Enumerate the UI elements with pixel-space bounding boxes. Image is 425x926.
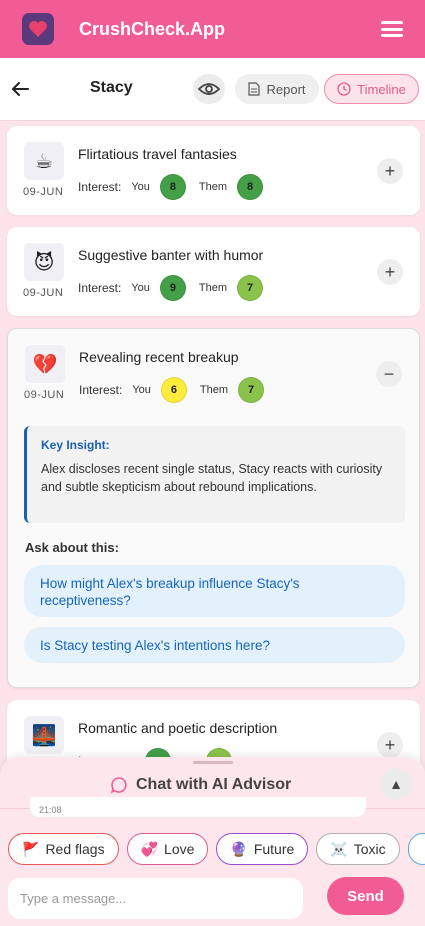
chat-title-text: Chat with AI Advisor	[136, 776, 292, 793]
timeline-label: Timeline	[357, 81, 406, 97]
clock-icon	[337, 82, 351, 96]
timeline-button[interactable]: Timeline	[324, 74, 419, 104]
bridge-at-night-icon: 🌉	[24, 716, 64, 754]
eye-button[interactable]	[193, 74, 225, 104]
chat-bubble-icon	[110, 777, 127, 794]
send-button[interactable]: Send	[327, 877, 404, 915]
chip-love[interactable]: 💞 Love	[126, 833, 209, 865]
expand-button[interactable]: +	[377, 259, 403, 285]
interest-label: Interest:	[78, 180, 122, 194]
two-hearts-icon: 💞	[140, 840, 159, 857]
chip-future[interactable]: 🔮 Future	[216, 833, 309, 865]
message-timestamp: 21:08	[30, 797, 366, 817]
chat-panel: Chat with AI Advisor ▲ 21:08 🚩 Red flags…	[0, 757, 425, 926]
them-label: Them	[199, 384, 229, 396]
you-label: You	[131, 181, 150, 193]
interest-row: Interest: You 9 Them 7	[78, 275, 276, 301]
suggested-question[interactable]: Is Stacy testing Alex's intentions here?	[24, 627, 405, 663]
them-score-badge: 8	[237, 174, 264, 200]
skull-crossbones-icon: ☠️	[330, 840, 348, 857]
you-score-badge: 9	[159, 275, 186, 301]
crystal-ball-icon: 🔮	[230, 840, 248, 857]
chip-label: Red flags	[45, 841, 105, 857]
back-arrow-icon[interactable]	[9, 78, 31, 100]
app-title: CrushCheck.App	[79, 18, 226, 39]
report-label: Report	[266, 81, 306, 97]
topic-card-expanded[interactable]: 💔 09-JUN Revealing recent breakup Intere…	[7, 328, 420, 688]
them-score-badge: 7	[238, 377, 265, 403]
topic-title: Flirtatious travel fantasies	[78, 146, 237, 162]
contact-nav-bar: Stacy Report Timeline	[0, 58, 425, 121]
collapse-button[interactable]: −	[376, 361, 402, 387]
topic-title: Revealing recent breakup	[79, 349, 239, 365]
smiling-devil-icon: 😈	[24, 243, 64, 281]
chip-toxic[interactable]: ☠️ Toxic	[316, 833, 400, 865]
eye-icon	[198, 83, 220, 95]
insight-text: Alex discloses recent single status, Sta…	[41, 462, 383, 494]
contact-name: Stacy	[90, 79, 133, 96]
insight-title: Key Insight:	[41, 438, 110, 452]
chat-title: Chat with AI Advisor	[110, 776, 291, 794]
chip-label: Love	[164, 841, 195, 857]
them-label: Them	[198, 282, 228, 294]
chevron-up-icon[interactable]: ▲	[380, 768, 412, 800]
menu-icon[interactable]	[381, 21, 403, 37]
message-input[interactable]	[8, 878, 303, 919]
coffee-icon: ☕	[24, 142, 64, 180]
suggested-question[interactable]: How might Alex's breakup influence Stacy…	[24, 565, 405, 617]
app-bar: CrushCheck.App	[0, 0, 425, 58]
broken-heart-icon: 💔	[25, 345, 65, 383]
expand-button[interactable]: +	[377, 732, 403, 758]
chip-label: Toxic	[353, 841, 386, 857]
interest-label: Interest:	[79, 383, 123, 397]
you-score-badge: 6	[160, 377, 187, 403]
red-flag-icon: 🚩	[22, 840, 40, 857]
chip-label: Future	[253, 841, 295, 857]
interest-row: Interest: You 8 Them 8	[78, 174, 276, 200]
topic-title: Romantic and poetic description	[78, 720, 278, 736]
topic-card[interactable]: ☕ 09-JUN Flirtatious travel fantasies In…	[7, 126, 420, 215]
interest-row: Interest: You 6 Them 7	[79, 377, 277, 403]
report-button[interactable]: Report	[235, 74, 319, 104]
drag-handle[interactable]	[193, 761, 233, 764]
topic-date: 09-JUN	[23, 186, 64, 198]
topic-date: 09-JUN	[24, 389, 65, 401]
key-insight: Key Insight: Alex discloses recent singl…	[24, 426, 405, 523]
interest-label: Interest:	[78, 281, 122, 295]
you-label: You	[131, 282, 150, 294]
topic-date: 09-JUN	[23, 287, 64, 299]
quick-prompt-chips: 🚩 Red flags 💞 Love 🔮 Future ☠️ Toxic	[8, 833, 425, 865]
ask-title: Ask about this:	[25, 540, 119, 555]
them-label: Them	[198, 181, 228, 193]
chip-more[interactable]	[407, 833, 425, 865]
you-score-badge: 8	[159, 174, 186, 200]
document-icon	[248, 82, 261, 96]
you-label: You	[132, 384, 151, 396]
topic-card[interactable]: 😈 09-JUN Suggestive banter with humor In…	[7, 227, 420, 316]
chip-red-flags[interactable]: 🚩 Red flags	[8, 833, 119, 865]
expand-button[interactable]: +	[377, 158, 403, 184]
them-score-badge: 7	[237, 275, 264, 301]
heart-chat-icon	[22, 13, 54, 45]
topic-title: Suggestive banter with humor	[78, 247, 264, 263]
